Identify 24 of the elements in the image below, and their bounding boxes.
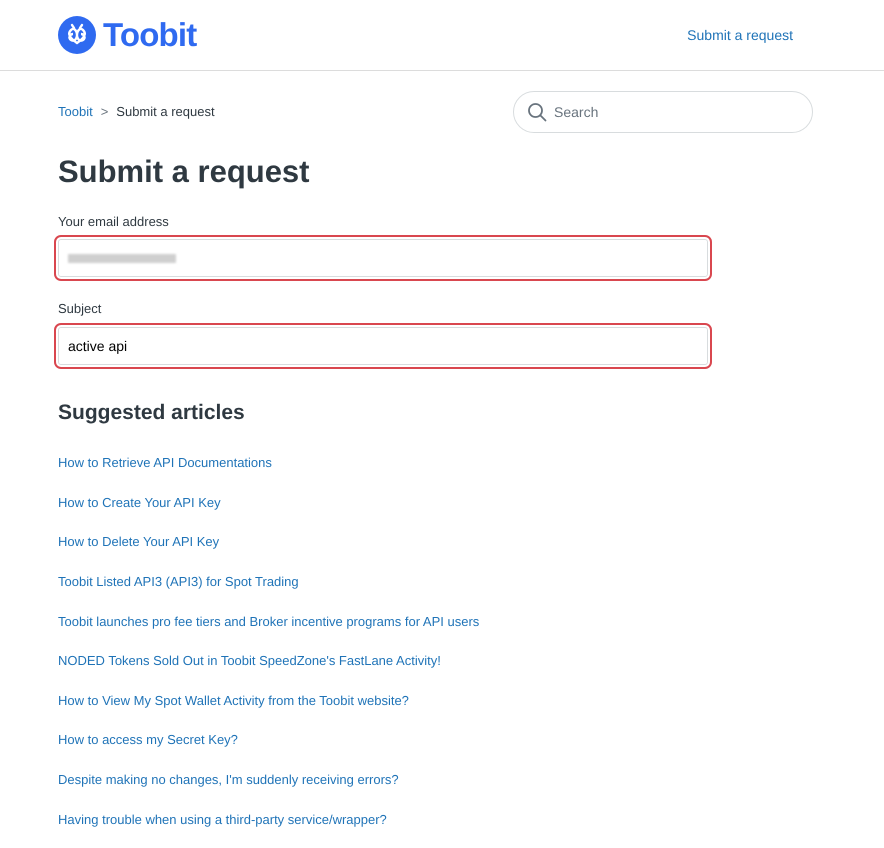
breadcrumb-link[interactable]: Submit a request [116, 102, 215, 122]
article-link[interactable]: NODED Tokens Sold Out in Toobit SpeedZone's FastLane Activity! [58, 652, 441, 670]
breadcrumb-link[interactable]: Toobit [58, 102, 93, 122]
field-label: Your email address [58, 212, 170, 231]
section-heading: Suggested articles [58, 400, 246, 426]
article-link[interactable]: Toobit Listed API3 (API3) for Spot Trading [58, 573, 299, 590]
article-link[interactable]: Despite making no changes, I'm suddenly receiving errors? [58, 771, 399, 788]
search-field[interactable]: Search [513, 91, 813, 133]
article-link[interactable]: How to View My Spot Wallet Activity from the Toobit website? [58, 692, 409, 709]
article-link[interactable]: Toobit launches pro fee tiers and Broker incentive programs for API users [58, 612, 480, 630]
text-field[interactable]: active api [58, 326, 708, 365]
field-label: Subject [58, 300, 102, 318]
article-link[interactable]: How to access my Secret Key? [58, 731, 238, 748]
logo-text[interactable]: Toobit [103, 10, 196, 60]
submit-request-link[interactable]: Submit a request [687, 24, 793, 46]
breadcrumb-separator: > [100, 103, 108, 122]
article-link[interactable]: Having trouble when using a third-party service/wrapper? [58, 810, 387, 828]
text-field[interactable] [58, 239, 708, 278]
article-link[interactable]: How to Retrieve API Documentations [58, 454, 272, 472]
page-title: Submit a request [58, 153, 310, 191]
article-link[interactable]: How to Create Your API Key [58, 494, 221, 511]
search-icon [527, 102, 547, 122]
article-link[interactable]: How to Delete Your API Key [58, 533, 220, 550]
logo-icon [58, 16, 96, 54]
